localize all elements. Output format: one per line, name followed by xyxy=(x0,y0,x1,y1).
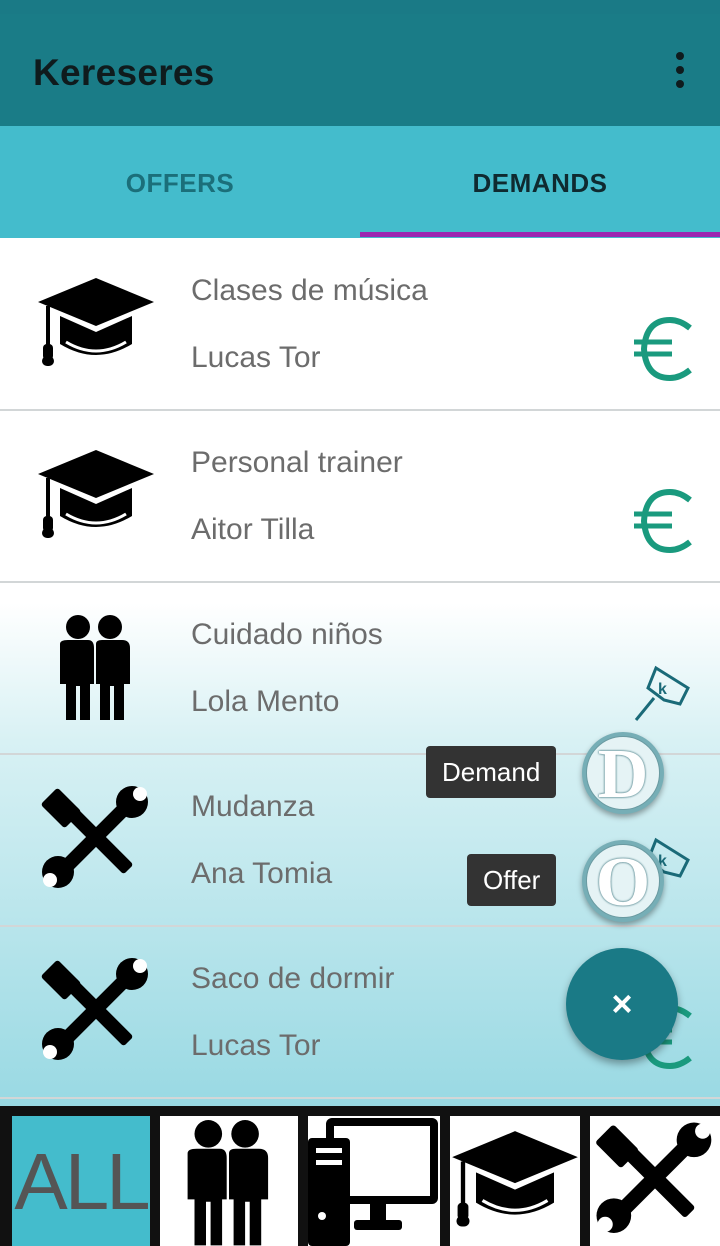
tools-icon xyxy=(596,1122,712,1233)
category-all[interactable]: ALL xyxy=(12,1116,150,1246)
item-title: Clases de música xyxy=(191,274,428,307)
item-title: Personal trainer xyxy=(191,446,403,479)
graduation-cap-icon xyxy=(452,1131,578,1227)
category-all-label: ALL xyxy=(14,1137,150,1226)
category-computer[interactable] xyxy=(308,1116,440,1246)
item-title: Cuidado niños xyxy=(191,618,383,651)
list-item[interactable]: Clases de música Lucas Tor xyxy=(0,238,720,411)
category-education[interactable] xyxy=(450,1116,580,1246)
app-bar: Kereseres xyxy=(0,14,720,126)
karma-pin-icon: k xyxy=(634,665,690,721)
offer-letter: O xyxy=(595,844,651,918)
item-title: Mudanza xyxy=(191,790,315,823)
people-icon xyxy=(187,1120,269,1246)
demand-fab-button[interactable]: D xyxy=(582,732,664,814)
offer-fab-label[interactable]: Offer xyxy=(467,854,557,906)
status-bar xyxy=(0,0,720,14)
tab-indicator xyxy=(360,232,720,237)
people-icon xyxy=(60,615,130,720)
item-user: Ana Tomia xyxy=(191,857,333,890)
item-user: Aitor Tilla xyxy=(191,513,315,546)
demand-letter: D xyxy=(597,736,649,810)
item-user: Lola Mento xyxy=(191,685,340,718)
app-title: Kereseres xyxy=(33,52,215,93)
euro-icon xyxy=(634,316,692,382)
tools-icon xyxy=(41,786,148,888)
svg-text:k: k xyxy=(658,681,667,698)
item-user: Lucas Tor xyxy=(191,1029,321,1062)
item-title: Saco de dormir xyxy=(191,962,395,995)
offer-fab-button[interactable]: O xyxy=(582,840,664,922)
demand-fab-label[interactable]: Demand xyxy=(426,746,557,798)
graduation-cap-icon xyxy=(38,450,154,538)
euro-icon xyxy=(634,488,692,554)
tab-bar: OFFERS DEMANDS xyxy=(0,126,720,238)
category-tools[interactable] xyxy=(590,1116,720,1246)
graduation-cap-icon xyxy=(38,278,154,366)
overflow-menu-icon[interactable] xyxy=(668,52,692,92)
close-fab-button[interactable]: × xyxy=(566,948,678,1060)
close-icon: × xyxy=(611,983,633,1024)
list-item[interactable]: Personal trainer Aitor Tilla xyxy=(0,410,720,583)
list-item[interactable]: Cuidado niños Lola Mento k xyxy=(0,582,720,755)
tab-offers[interactable]: OFFERS xyxy=(0,126,360,238)
item-user: Lucas Tor xyxy=(191,341,321,374)
category-people[interactable] xyxy=(160,1116,298,1246)
category-bar: ALL xyxy=(0,1106,720,1246)
tools-icon xyxy=(41,958,148,1060)
computer-icon xyxy=(308,1118,438,1246)
tab-demands[interactable]: DEMANDS xyxy=(360,126,720,238)
